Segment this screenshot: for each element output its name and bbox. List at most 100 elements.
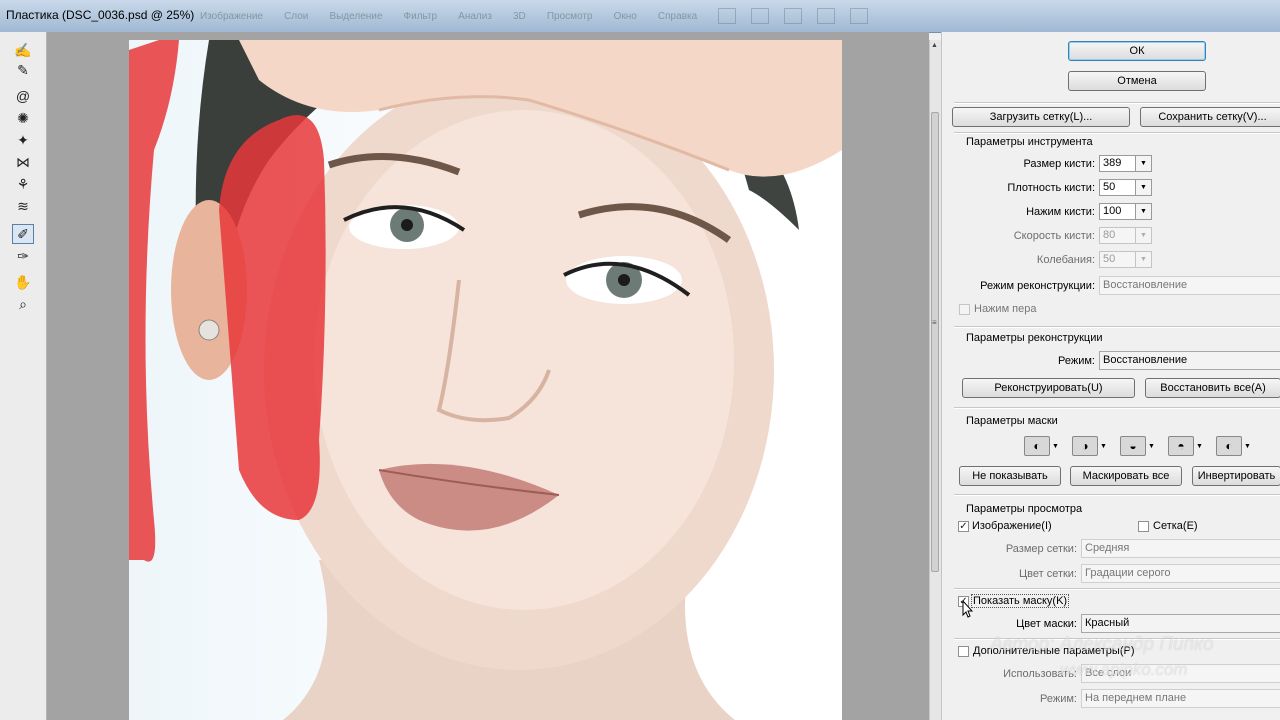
chevron-down-icon: ▼ [1135,228,1151,243]
menu-item-help: Справка [657,11,698,22]
stylus-pressure-checkbox [959,304,970,315]
ghost-icon [817,8,836,25]
brush-size-field[interactable]: 389 ▼ [1099,155,1152,172]
scrollbar-thumb[interactable] [931,112,939,572]
brush-rate-field: 80 ▼ [1099,227,1152,244]
chevron-down-icon[interactable]: ▼ [1135,180,1151,195]
twirl-icon[interactable]: @ [12,86,34,106]
mask-invert-icon: ◐ [1216,436,1242,456]
mask-subtract-button[interactable]: ◒ ▼ [1120,436,1156,456]
watermark-author: Автор: Александр Пипко [990,634,1214,655]
brush-size-value: 389 [1103,157,1122,169]
mirror-icon[interactable]: ⚘ [12,174,34,194]
ok-button[interactable]: ОК [1068,41,1206,61]
mask-none-button[interactable]: Не показывать [959,466,1061,486]
chevron-down-icon[interactable]: ▼ [1244,443,1251,450]
scroll-up-icon[interactable]: ▲ [931,42,938,49]
view-options-title: Параметры просмотра [966,503,1083,515]
reconstruct-mode-select: Восстановление [1099,276,1280,295]
chevron-down-icon[interactable]: ▼ [1100,443,1107,450]
push-left-icon[interactable]: ⋈ [12,152,34,172]
chevron-down-icon[interactable]: ▼ [1196,443,1203,450]
zoom-icon[interactable]: ⌕ [12,294,34,314]
hand-icon[interactable]: ✋ [12,272,34,292]
turbulence-icon[interactable]: ≋ [12,196,34,216]
cancel-button[interactable]: Отмена [1068,71,1206,91]
show-mesh-label: Сетка(E) [1153,520,1198,532]
mask-color-label: Цвет маски: [1016,618,1077,630]
menu-item-3d: 3D [513,11,526,22]
mask-all-button[interactable]: Маскировать все [1070,466,1182,486]
turbulent-jitter-field: 50 ▼ [1099,251,1152,268]
ghost-icon [718,8,737,25]
tool-strip: ✍ ✎ @ ✺ ✦ ⋈ ⚘ ≋ ✐ ✑ ✋ ⌕ [0,32,47,720]
canvas-vertical-scrollbar[interactable]: ▲ ≡ [929,40,941,720]
reconstruct-mode2-select[interactable]: Восстановление [1099,351,1280,370]
chevron-down-icon[interactable]: ▼ [1148,443,1155,450]
reconstruct-icon[interactable]: ✎ [12,60,34,80]
watermark-site: www.apipko.com [1060,660,1188,679]
portrait-illustration [129,40,842,720]
mask-invert-button[interactable]: ◐ ▼ [1216,436,1252,456]
divider [954,494,1280,496]
mask-intersect-icon: ◓ [1168,436,1194,456]
chevron-down-icon[interactable]: ▼ [1135,204,1151,219]
ghost-icon [850,8,869,25]
show-backdrop-checkbox[interactable] [958,646,969,657]
menu-item-window: Окно [613,11,637,22]
mask-replace-button[interactable]: ◐ ▼ [1024,436,1060,456]
pucker-icon[interactable]: ✺ [12,108,34,128]
mask-replace-icon: ◐ [1024,436,1050,456]
divider [954,102,1280,104]
divider [954,132,1280,134]
brush-size-label: Размер кисти: [1023,158,1095,170]
thaw-mask-icon[interactable]: ✑ [12,246,34,266]
chevron-down-icon: ▼ [1135,252,1151,267]
preview-image[interactable] [129,40,842,720]
window-title: Пластика (DSC_0036.psd @ 25%) [6,8,195,22]
mask-add-button[interactable]: ◑ ▼ [1072,436,1108,456]
mesh-color-label: Цвет сетки: [1018,568,1077,580]
mask-options-title: Параметры маски [966,415,1058,427]
menu-item-filter: Фильтр [403,11,438,22]
save-mesh-button[interactable]: Сохранить сетку(V)... [1140,107,1280,127]
freeze-mask-icon[interactable]: ✐ [12,224,34,244]
background-menu-bar: Изображение Слои Выделение Фильтр Анализ… [200,6,1270,28]
load-mesh-button[interactable]: Загрузить сетку(L)... [952,107,1130,127]
menu-item-layers: Слои [284,11,309,22]
backdrop-mode-select: На переднем плане [1081,689,1280,708]
show-mesh-checkbox[interactable] [1138,521,1149,532]
chevron-down-icon[interactable]: ▼ [1135,156,1151,171]
brush-rate-value: 80 [1103,229,1116,241]
mask-add-icon: ◑ [1072,436,1098,456]
mesh-size-label: Размер сетки: [1005,543,1077,555]
brush-pressure-label: Нажим кисти: [1026,206,1095,218]
brush-pressure-field[interactable]: 100 ▼ [1099,203,1152,220]
reconstruct-button[interactable]: Реконструировать(U) [962,378,1135,398]
options-panel: ОК Отмена Загрузить сетку(L)... Сохранит… [941,32,1280,720]
restore-all-button[interactable]: Восстановить все(A) [1145,378,1280,398]
grip-icon: ≡ [932,318,937,327]
mask-subtract-icon: ◒ [1120,436,1146,456]
ghost-icon [784,8,803,25]
mesh-size-select: Средняя [1081,539,1280,558]
title-bar: Пластика (DSC_0036.psd @ 25%) Изображени… [0,0,1280,33]
show-image-checkbox[interactable]: ✓ [958,521,969,532]
turbulent-jitter-label: Колебания: [1036,254,1095,266]
turbulent-jitter-value: 50 [1103,253,1116,265]
brush-pressure-value: 100 [1103,205,1122,217]
brush-density-value: 50 [1103,181,1116,193]
invert-mask-button[interactable]: Инвертировать [1192,466,1280,486]
preview-canvas[interactable] [47,32,929,720]
reconstruct-mode2-label: Режим: [1058,355,1095,367]
chevron-down-icon[interactable]: ▼ [1052,443,1059,450]
forward-warp-icon[interactable]: ✍ [12,40,34,60]
mask-color-select[interactable]: Красный [1081,614,1280,633]
divider [954,326,1280,328]
brush-density-field[interactable]: 50 ▼ [1099,179,1152,196]
divider [954,588,1280,590]
mask-intersect-button[interactable]: ◓ ▼ [1168,436,1204,456]
bloat-icon[interactable]: ✦ [12,130,34,150]
tool-options-title: Параметры инструмента [966,136,1093,148]
show-mask-label: Показать маску(K) [971,594,1070,608]
